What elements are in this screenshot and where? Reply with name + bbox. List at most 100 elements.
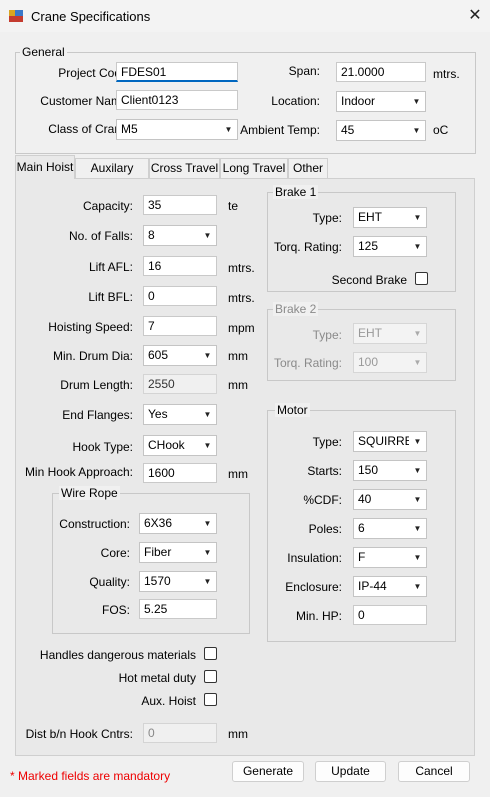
chevron-down-icon[interactable]: ▼ [409, 490, 426, 509]
poles-dropdown[interactable]: 6 ▼ [353, 518, 427, 539]
min-drum-dia-dropdown[interactable]: 605 ▼ [143, 345, 217, 366]
motor-type-label: Type: [312, 435, 342, 449]
motor-type-value: SQUIRREI [358, 434, 417, 448]
fos-label: FOS: [101, 603, 130, 617]
second-brake-label: Second Brake [331, 273, 407, 287]
ambient-temp-unit: oC [433, 123, 449, 137]
lift-afl-label: Lift AFL: [88, 260, 133, 274]
chevron-down-icon[interactable]: ▼ [199, 436, 216, 455]
project-code-field[interactable]: FDES01 [116, 62, 238, 82]
title-bar: Crane Specifications ✕ [0, 0, 490, 32]
ambient-temp-dropdown[interactable]: 45 ▼ [336, 120, 426, 141]
fos-field[interactable]: 5.25 [139, 599, 217, 619]
core-dropdown[interactable]: Fiber ▼ [139, 542, 217, 563]
core-label: Core: [100, 546, 130, 560]
chevron-down-icon[interactable]: ▼ [409, 461, 426, 480]
mandatory-note: * Marked fields are mandatory [10, 769, 171, 783]
update-button[interactable]: Update [315, 761, 386, 782]
tab-long-travel[interactable]: Long Travel [220, 158, 288, 179]
location-dropdown[interactable]: Indoor ▼ [336, 91, 426, 112]
tab-other[interactable]: Other [288, 158, 328, 179]
chevron-down-icon[interactable]: ▼ [199, 346, 216, 365]
chevron-down-icon[interactable]: ▼ [199, 572, 216, 591]
tab-cross-travel[interactable]: Cross Travel [149, 158, 220, 179]
brake2-torque-dropdown: 100 ▼ [353, 352, 427, 373]
span-unit: mtrs. [433, 67, 460, 81]
brake1-type-value: EHT [358, 210, 382, 224]
construction-dropdown[interactable]: 6X36 ▼ [139, 513, 217, 534]
location-label: Location: [271, 94, 320, 108]
chevron-down-icon[interactable]: ▼ [409, 237, 426, 256]
hoisting-speed-field[interactable]: 7 [143, 316, 217, 336]
general-legend: General [20, 45, 67, 59]
hoisting-speed-label: Hoisting Speed: [48, 320, 133, 334]
capacity-label: Capacity: [82, 199, 133, 213]
min-hook-approach-field[interactable]: 1600 [143, 463, 217, 483]
quality-dropdown[interactable]: 1570 ▼ [139, 571, 217, 592]
chevron-down-icon[interactable]: ▼ [409, 432, 426, 451]
chevron-down-icon[interactable]: ▼ [409, 208, 426, 227]
ambient-temp-label: Ambient Temp: [240, 123, 320, 137]
app-icon [9, 9, 23, 23]
quality-value: 1570 [144, 574, 171, 588]
brake2-type-label: Type: [312, 328, 342, 342]
chevron-down-icon[interactable]: ▼ [409, 519, 426, 538]
chevron-down-icon[interactable]: ▼ [409, 577, 426, 596]
lift-bfl-label: Lift BFL: [88, 290, 133, 304]
brake1-torque-value: 125 [358, 239, 379, 253]
cdf-label: %CDF: [303, 493, 342, 507]
handles-dangerous-checkbox[interactable] [204, 647, 217, 660]
chevron-down-icon[interactable]: ▼ [408, 92, 425, 111]
chevron-down-icon[interactable]: ▼ [199, 226, 216, 245]
motor-legend: Motor [275, 403, 310, 417]
brake1-torque-label: Torq. Rating: [273, 240, 342, 254]
min-hp-field[interactable]: 0 [353, 605, 427, 625]
capacity-unit: te [228, 199, 239, 213]
cdf-dropdown[interactable]: 40 ▼ [353, 489, 427, 510]
no-of-falls-dropdown[interactable]: 8 ▼ [143, 225, 217, 246]
chevron-down-icon[interactable]: ▼ [408, 121, 425, 140]
lift-bfl-unit: mtrs. [228, 291, 255, 305]
lift-bfl-field[interactable]: 0 [143, 286, 217, 306]
close-icon[interactable]: ✕ [462, 4, 488, 28]
brake1-torque-dropdown[interactable]: 125 ▼ [353, 236, 427, 257]
generate-button[interactable]: Generate [232, 761, 304, 782]
handles-dangerous-label: Handles dangerous materials [39, 648, 196, 662]
lift-afl-field[interactable]: 16 [143, 256, 217, 276]
second-brake-checkbox[interactable] [415, 272, 428, 285]
motor-type-dropdown[interactable]: SQUIRREI ▼ [353, 431, 427, 452]
enclosure-value: IP-44 [358, 579, 387, 593]
min-hook-approach-label: Min Hook Approach: [24, 465, 133, 479]
starts-label: Starts: [307, 464, 342, 478]
hot-metal-duty-label: Hot metal duty [118, 671, 196, 685]
brake1-type-dropdown[interactable]: EHT ▼ [353, 207, 427, 228]
class-of-crane-dropdown[interactable]: M5 ▼ [116, 119, 238, 140]
chevron-down-icon[interactable]: ▼ [199, 405, 216, 424]
end-flanges-dropdown[interactable]: Yes ▼ [143, 404, 217, 425]
hook-type-dropdown[interactable]: CHook ▼ [143, 435, 217, 456]
tab-auxilary-hoist[interactable]: Auxilary Hoist [75, 158, 149, 194]
brake2-torque-value: 100 [358, 355, 379, 369]
aux-hoist-checkbox[interactable] [204, 693, 217, 706]
insulation-dropdown[interactable]: F ▼ [353, 547, 427, 568]
capacity-field[interactable]: 35 [143, 195, 217, 215]
span-field[interactable]: 21.0000 [336, 62, 426, 82]
chevron-down-icon[interactable]: ▼ [220, 120, 237, 139]
insulation-value: F [358, 550, 366, 564]
starts-dropdown[interactable]: 150 ▼ [353, 460, 427, 481]
window-title: Crane Specifications [31, 9, 151, 24]
chevron-down-icon[interactable]: ▼ [199, 543, 216, 562]
chevron-down-icon[interactable]: ▼ [409, 548, 426, 567]
hook-type-value: CHook [148, 438, 185, 452]
chevron-down-icon[interactable]: ▼ [199, 514, 216, 533]
dist-hook-cntrs-unit: mm [228, 727, 248, 741]
hot-metal-duty-checkbox[interactable] [204, 670, 217, 683]
chevron-down-icon: ▼ [409, 353, 426, 372]
cancel-button[interactable]: Cancel [398, 761, 470, 782]
min-hp-label: Min. HP: [295, 609, 342, 623]
tab-main-hoist[interactable]: Main Hoist [15, 155, 75, 179]
customer-name-field[interactable]: Client0123 [116, 90, 238, 110]
enclosure-dropdown[interactable]: IP-44 ▼ [353, 576, 427, 597]
starts-value: 150 [358, 463, 379, 477]
enclosure-label: Enclosure: [285, 580, 342, 594]
